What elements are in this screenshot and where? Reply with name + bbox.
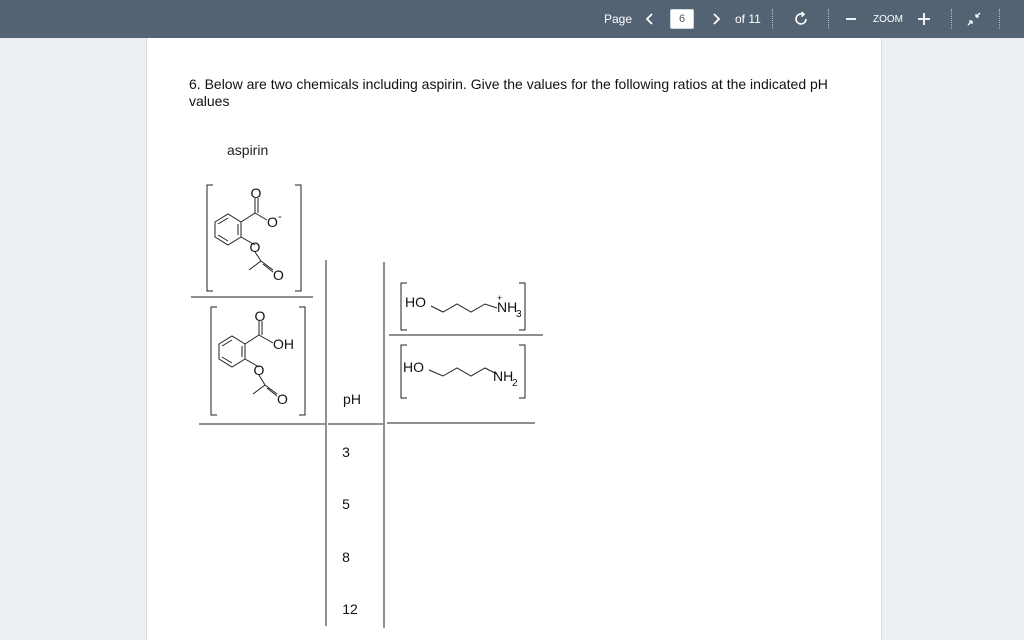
subscript-label: 3 — [516, 309, 522, 320]
charge-label: + — [497, 293, 502, 303]
atom-label: O — [277, 391, 288, 407]
atom-label: O — [254, 362, 265, 378]
collapse-arrows-icon[interactable] — [966, 0, 982, 38]
ph-value: 8 — [342, 549, 350, 565]
ph-value: 5 — [342, 496, 350, 512]
toolbar-divider — [772, 9, 773, 29]
ph-header: pH — [343, 391, 361, 407]
chevron-right-icon[interactable] — [710, 0, 722, 38]
ph-value: 12 — [342, 601, 358, 617]
atom-label: HO — [403, 359, 424, 375]
zoom-label: ZOOM — [873, 13, 903, 25]
toolbar-divider — [828, 9, 829, 29]
charge-label: - — [278, 211, 282, 223]
atom-label: O — [255, 308, 266, 324]
toolbar-divider — [999, 9, 1000, 29]
chemistry-figure: O O - O O O OH O O HO NH 3 + HO NH 2 pH … — [191, 184, 543, 628]
page-number-input[interactable] — [670, 9, 694, 29]
atom-label: O — [267, 214, 278, 230]
pdf-toolbar: Page of 11 ZOOM — [0, 0, 1024, 38]
minus-icon[interactable] — [845, 0, 857, 38]
subscript-label: 2 — [512, 378, 518, 389]
atom-label: OH — [273, 336, 294, 352]
rotate-icon[interactable] — [793, 0, 809, 38]
chevron-left-icon[interactable] — [644, 0, 656, 38]
page-number-wrapper — [670, 0, 694, 38]
atom-label: O — [250, 239, 261, 255]
total-pages-label: of 11 — [735, 12, 761, 26]
atom-label: HO — [405, 294, 426, 310]
document-page: 6. Below are two chemicals including asp… — [146, 38, 882, 640]
page-label: Page — [604, 12, 633, 26]
plus-icon[interactable] — [917, 0, 931, 38]
toolbar-divider — [951, 9, 952, 29]
ph-value: 3 — [342, 444, 350, 460]
atom-label: O — [251, 185, 262, 201]
atom-label: O — [273, 267, 284, 283]
atom-label: NH — [493, 368, 513, 384]
